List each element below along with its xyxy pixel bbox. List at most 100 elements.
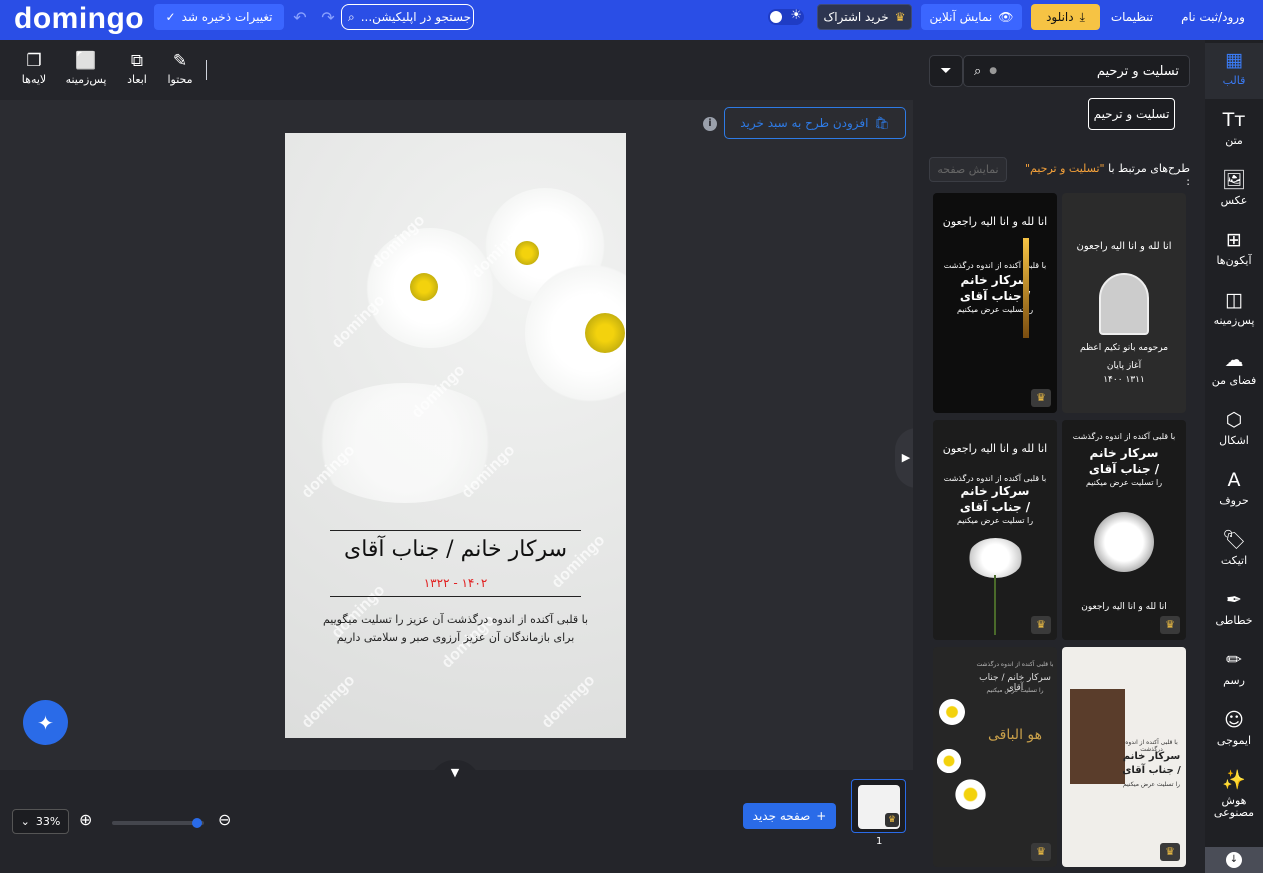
template-search-input[interactable]: ⌕ ● تسلیت و ترحیم: [963, 55, 1190, 87]
cloud-upload-icon: ☁: [1224, 349, 1244, 371]
sidebar-item-icons[interactable]: ⊞ آیکون‌ها: [1205, 223, 1263, 279]
portrait-photo: [1099, 273, 1149, 335]
feather-icon: ✒: [1226, 589, 1242, 611]
crown-icon: ♛: [1160, 616, 1180, 634]
dimensions-tool[interactable]: ⧉ ابعاد: [114, 51, 160, 86]
sidebar-item-background[interactable]: ◫ پس‌زمینه: [1205, 283, 1263, 339]
watermark: domingo: [538, 671, 599, 732]
new-page-button[interactable]: صفحه جدید +: [743, 803, 836, 829]
crown-icon: ♛: [1031, 616, 1051, 634]
emoji-icon: ☺: [1224, 709, 1244, 731]
template-card[interactable]: انا لله و انا الیه راجعون با قلبی آکنده …: [933, 420, 1057, 640]
domingo-logo[interactable]: domingo: [14, 2, 144, 36]
zoom-in-icon[interactable]: ⊕: [79, 810, 92, 829]
online-preview-button[interactable]: نمایش آنلاین 👁: [921, 4, 1022, 30]
daisy-center: [585, 313, 625, 353]
layers-icon: ❐: [26, 51, 42, 71]
eye-icon: 👁: [998, 10, 1014, 24]
download-button[interactable]: دانلود ⤓: [1031, 4, 1100, 30]
settings-link[interactable]: تنظیمات: [1106, 4, 1158, 30]
plus-icon: +: [816, 809, 827, 823]
sidebar-item-draw[interactable]: ✏ رسم: [1205, 643, 1263, 699]
daisy-center: [410, 273, 438, 301]
magic-wand-icon: ✦: [37, 710, 54, 735]
page-number: 1: [876, 836, 883, 847]
chevron-down-icon: ▼: [450, 766, 460, 779]
crown-icon: ♛: [1031, 843, 1051, 861]
divider-line: [330, 596, 581, 597]
checkmark-icon: ✓: [165, 10, 176, 24]
zoom-slider[interactable]: [112, 818, 204, 828]
flower-stem: [994, 575, 996, 635]
download-icon: ⤓: [1079, 9, 1085, 24]
template-card[interactable]: انا لله و انا الیه راجعون مرحومه بانو تک…: [1062, 193, 1186, 413]
sidebar-item-shapes[interactable]: ⬡ اشکال: [1205, 403, 1263, 459]
sidebar-item-emoji[interactable]: ☺ ایموجی: [1205, 703, 1263, 759]
search-icon: ⌕: [974, 63, 982, 79]
text-icon: Tт: [1222, 109, 1246, 131]
crown-icon: ♛: [1160, 843, 1180, 861]
sticker-icon: 🏷: [1221, 529, 1247, 551]
content-tool[interactable]: ✎ محتوا: [157, 51, 203, 86]
sidebar-item-ai[interactable]: ✨ هوش مصنوعی: [1205, 763, 1263, 827]
flowers-image: [968, 538, 1023, 578]
info-icon[interactable]: i: [703, 117, 717, 131]
deceased-title[interactable]: سرکار خانم / جناب آقای: [285, 537, 626, 562]
icons-grid-icon: ⊞: [1226, 229, 1242, 251]
magic-wand-icon: ✨: [1222, 769, 1246, 791]
chevron-down-icon: ⌄: [20, 815, 30, 828]
theme-toggle[interactable]: ☀: [768, 8, 804, 25]
shopping-bag-icon: 🛍: [874, 116, 890, 130]
zoom-out-icon[interactable]: ⊖: [218, 810, 231, 829]
life-dates[interactable]: ۱۴۰۲ - ۱۳۲۲: [285, 576, 626, 590]
zoom-select[interactable]: ⌄ 33%: [12, 809, 69, 834]
toolbar-divider: [206, 60, 207, 80]
toggle-knob: [770, 11, 782, 23]
add-to-cart-button[interactable]: افزودن طرح به سبد خرید 🛍: [724, 107, 906, 139]
background-tool[interactable]: ⬜ پس‌زمینه: [63, 51, 109, 86]
filter-icon[interactable]: ⏷: [929, 55, 963, 87]
app-search-input[interactable]: ⌕ جستجو در اپلیکیشن...: [341, 4, 474, 30]
layers-tool[interactable]: ❐ لایه‌ها: [11, 51, 57, 86]
edit-icon: ✎: [172, 51, 188, 71]
magic-wand-button[interactable]: ✦: [23, 700, 68, 745]
arrow-down-icon: ↓: [1226, 852, 1242, 868]
sidebar-item-image[interactable]: 🖼 عکس: [1205, 163, 1263, 219]
daisy-image: [935, 747, 963, 775]
background-swatch-icon: ⬜: [75, 51, 97, 71]
condolence-body[interactable]: با قلبی آکنده از اندوه درگذشت آن عزیز را…: [305, 611, 606, 647]
pencil-icon: ✏: [1226, 649, 1242, 671]
undo-icon[interactable]: ↶: [290, 4, 310, 30]
crown-icon: ♛: [885, 813, 899, 827]
template-card[interactable]: انا لله و انا الیه راجعون با قلبی آکنده …: [933, 193, 1057, 413]
page-thumbnail[interactable]: ♛: [851, 779, 906, 833]
template-card[interactable]: با قلبی آکنده از اندوه درگذشت سرکار خانم…: [933, 647, 1057, 867]
sidebar-item-text[interactable]: Tт متن: [1205, 103, 1263, 159]
sidebar-scroll-down[interactable]: ↓: [1205, 847, 1263, 873]
saved-status-button[interactable]: ✓ تغییرات ذخیره شد: [154, 4, 284, 30]
crown-icon: ♛: [1031, 389, 1051, 407]
zoom-slider-thumb[interactable]: [192, 818, 202, 828]
daisy-image: [953, 777, 988, 812]
related-templates-heading: طرح‌های مرتبط با "تسلیت و ترحیم" :: [1024, 162, 1190, 188]
sidebar-item-sticker[interactable]: 🏷 اتیکت: [1205, 523, 1263, 579]
crown-icon: ♛: [894, 10, 906, 24]
letters-icon: A: [1227, 469, 1241, 491]
sidebar-item-my-space[interactable]: ☁ فضای من: [1205, 343, 1263, 399]
image-icon: 🖼: [1221, 169, 1247, 191]
buy-subscription-button[interactable]: خرید اشتراک ♛: [817, 4, 912, 30]
sidebar-item-calligraphy[interactable]: ✒ خطاطی: [1205, 583, 1263, 639]
redo-icon[interactable]: ↷: [318, 4, 338, 30]
design-page[interactable]: domingo domingo domingo domingo domingo …: [285, 133, 626, 738]
template-icon: ▦: [1225, 49, 1243, 71]
show-page-button[interactable]: نمایش صفحه: [929, 157, 1007, 182]
clear-dot-icon[interactable]: ●: [989, 66, 997, 76]
login-register-link[interactable]: ورود/ثبت نام: [1175, 4, 1251, 30]
search-tag-chip[interactable]: تسلیت و ترحیم: [1088, 98, 1175, 130]
template-card[interactable]: با قلبی آکنده از اندوه درگذشت سرکار خانم…: [1062, 420, 1186, 640]
white-rose-image: [1094, 512, 1154, 572]
sidebar-item-letters[interactable]: A حروف: [1205, 463, 1263, 519]
template-card[interactable]: با قلبی آکنده از اندوه درگذشت سرکار خانم…: [1062, 647, 1186, 867]
sidebar-item-template[interactable]: ▦ قالب: [1205, 43, 1263, 99]
top-bar: domingo ✓ تغییرات ذخیره شد ↶ ↷ ⌕ جستجو د…: [0, 0, 1263, 40]
